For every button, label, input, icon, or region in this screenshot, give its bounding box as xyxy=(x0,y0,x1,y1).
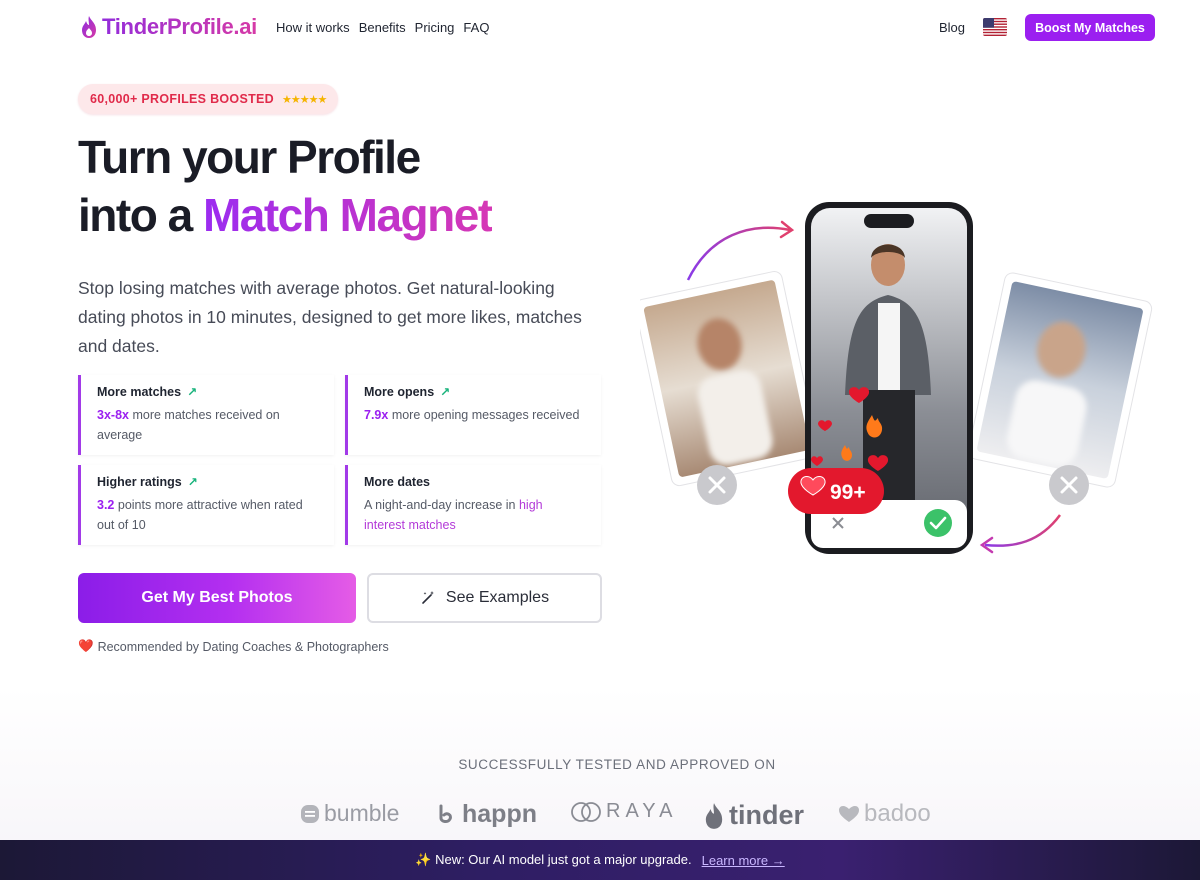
stars-icon: ★★★★★ xyxy=(282,93,327,106)
announcement-banner: ✨ New: Our AI model just got a major upg… xyxy=(0,840,1200,880)
trend-up-icon: ↗ xyxy=(187,385,198,399)
nav-blog[interactable]: Blog xyxy=(939,20,965,35)
bumble-logo: bumble xyxy=(300,800,399,827)
dislike-icon-right xyxy=(1049,465,1089,505)
get-my-best-photos-button[interactable]: Get My Best Photos xyxy=(78,573,356,623)
stat-title: Higher ratings xyxy=(97,475,182,489)
stat-title: More opens xyxy=(364,385,435,399)
nav-pricing[interactable]: Pricing xyxy=(415,20,455,35)
trend-up-icon: ↗ xyxy=(440,385,451,399)
platform-name: bumble xyxy=(324,800,400,826)
hero-title-prefix: into a xyxy=(78,189,203,241)
magic-wand-icon xyxy=(422,591,434,604)
see-examples-button[interactable]: See Examples xyxy=(367,573,602,623)
us-flag-icon[interactable] xyxy=(983,18,1007,36)
heart-icon: ❤️ xyxy=(78,639,94,653)
platform-name: RAYA xyxy=(606,800,678,822)
stat-more-opens: More opens ↗ 7.9x more opening messages r… xyxy=(345,375,601,455)
stat-text: points more attractive when rated out of… xyxy=(97,498,303,532)
stat-more-dates: More dates A night-and-day increase in h… xyxy=(345,465,601,545)
stat-text: A night-and-day increase in xyxy=(364,498,519,512)
badoo-heart-icon xyxy=(839,806,859,822)
learn-more-link[interactable]: Learn more → xyxy=(702,853,785,868)
tinder-logo: tinder xyxy=(703,800,804,831)
raya-icon xyxy=(571,801,601,822)
recommended-text: Recommended by Dating Coaches & Photogra… xyxy=(97,639,389,654)
likes-counter-badge: 99+ xyxy=(788,468,884,514)
stat-title: More dates xyxy=(364,475,430,489)
badge-text: 60,000+ PROFILES BOOSTED xyxy=(90,92,274,106)
photo-card-right xyxy=(967,272,1153,488)
phone-like-icon xyxy=(924,509,952,537)
stat-higher-ratings: Higher ratings ↗ 3.2 points more attracti… xyxy=(78,465,334,545)
see-examples-label: See Examples xyxy=(445,589,550,606)
hero-title: Turn your Profile into a Match Magnet xyxy=(78,128,493,244)
stat-highlight: 3.2 xyxy=(97,498,115,512)
photo-card-left xyxy=(640,271,819,487)
badoo-logo: badoo xyxy=(838,800,931,828)
hero-illustration: 99+ xyxy=(640,202,1153,554)
stat-more-matches: More matches ↗ 3x-8x more matches receive… xyxy=(78,375,334,455)
banner-text: ✨ New: Our AI model just got a major upg… xyxy=(415,852,692,867)
boost-my-matches-button[interactable]: Boost My Matches xyxy=(1025,14,1155,41)
platforms-heading: SUCCESSFULLY TESTED AND APPROVED ON xyxy=(458,757,776,772)
recommended-note: ❤️ Recommended by Dating Coaches & Photo… xyxy=(78,639,389,654)
tinder-flame-icon xyxy=(705,802,723,829)
nav-faq[interactable]: FAQ xyxy=(463,20,489,35)
hero-title-highlight: Match Magnet xyxy=(202,189,493,241)
hero-title-line1: Turn your Profile xyxy=(78,131,421,183)
top-navbar: TinderProfile.ai How it works Benefits P… xyxy=(0,0,1200,56)
nav-how-it-works[interactable]: How it works xyxy=(276,20,350,35)
main-nav: How it works Benefits Pricing FAQ xyxy=(276,20,489,35)
platform-name: happn xyxy=(462,800,537,828)
profiles-boosted-badge: 60,000+ PROFILES BOOSTED ★★★★★ xyxy=(78,84,339,114)
stat-text: more opening messages received xyxy=(388,408,580,422)
stat-highlight: 7.9x xyxy=(364,408,389,422)
nav-benefits[interactable]: Benefits xyxy=(359,20,406,35)
stat-highlight: 3x-8x xyxy=(97,408,129,422)
hero-title-line2: into a Match Magnet xyxy=(78,186,493,244)
stat-title: More matches xyxy=(97,385,182,399)
swipe-arrow-right xyxy=(984,514,1062,547)
raya-logo: RAYA xyxy=(570,800,678,823)
platform-name: badoo xyxy=(864,800,931,827)
logo-text: TinderProfile.ai xyxy=(102,14,257,39)
hero-description: Stop losing matches with average photos.… xyxy=(78,278,582,356)
bumble-icon xyxy=(301,804,319,823)
dislike-icon-left xyxy=(697,465,737,505)
likes-count: 99+ xyxy=(830,481,866,504)
logo[interactable]: TinderProfile.ai xyxy=(80,14,257,40)
happn-icon xyxy=(439,804,452,823)
flame-icon xyxy=(82,16,96,38)
trend-up-icon: ↗ xyxy=(187,475,198,489)
platform-name: tinder xyxy=(729,800,805,830)
happn-logo: happn xyxy=(436,800,537,829)
